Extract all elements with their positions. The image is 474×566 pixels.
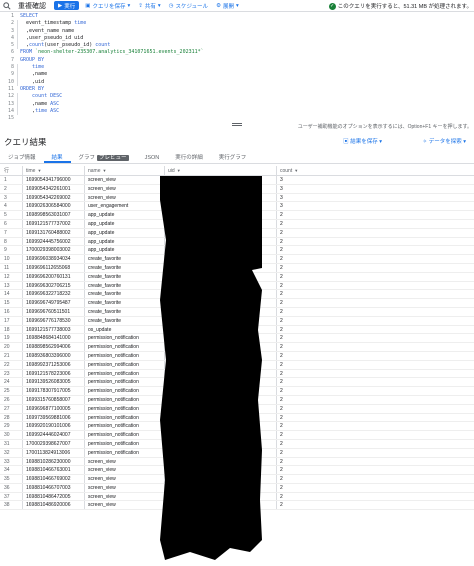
- redaction-scribble: [160, 176, 262, 560]
